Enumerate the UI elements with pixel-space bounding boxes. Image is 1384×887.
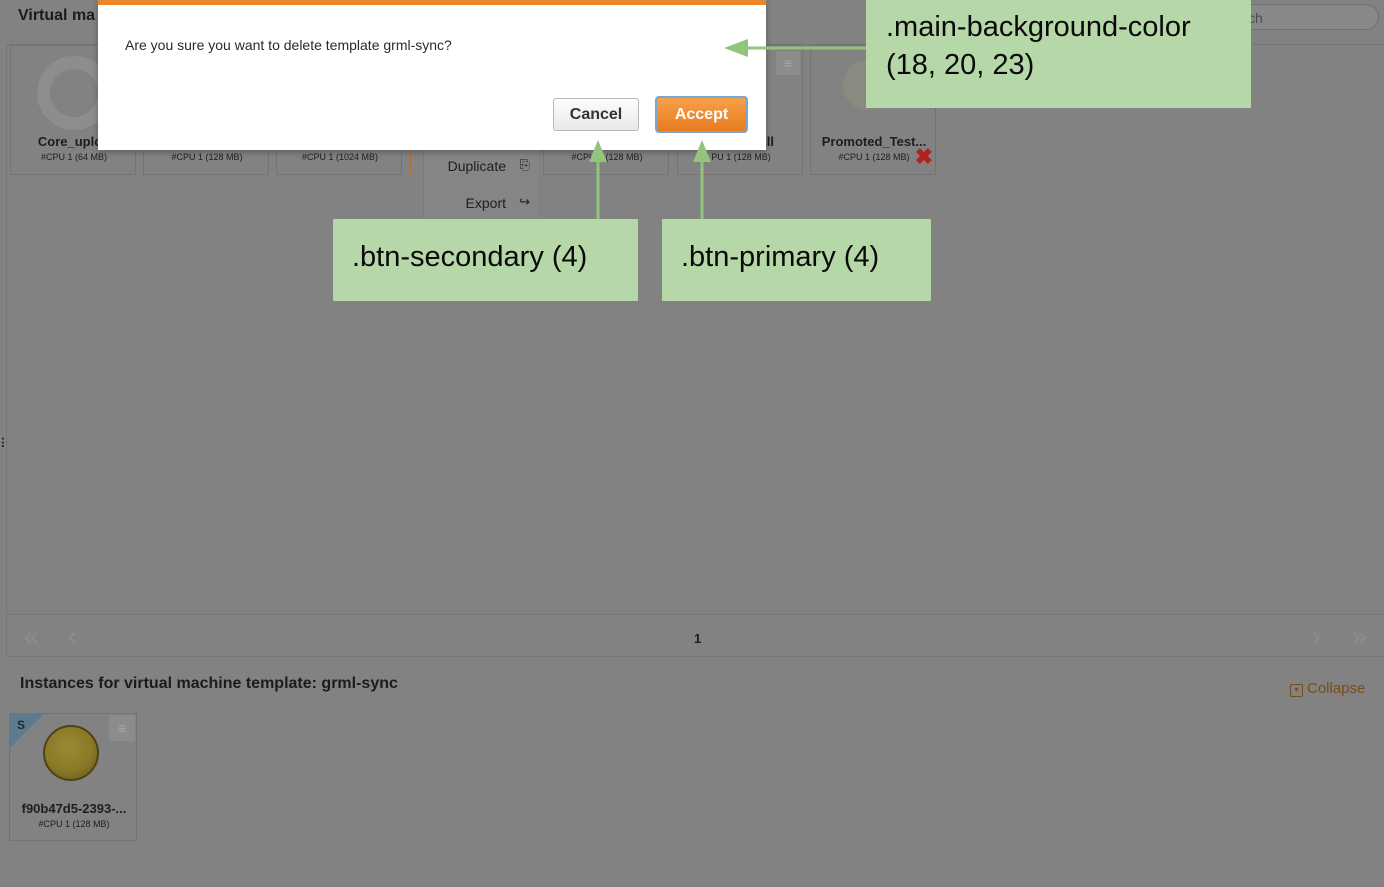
menu-item-export[interactable]: Export ↪ [424, 185, 538, 221]
selected-card-edge [410, 148, 424, 174]
confirm-dialog: Are you sure you want to delete template… [98, 0, 766, 150]
template-spec: PU 1 (128 MB) [711, 152, 771, 162]
collapse-button[interactable]: ▾ Collapse [1290, 680, 1365, 697]
menu-item-label: Duplicate [447, 158, 506, 174]
annotation-btn-secondary: .btn-secondary (4) [333, 219, 638, 301]
current-page[interactable]: 1 [694, 631, 701, 646]
export-icon: ↪ [519, 194, 530, 209]
page-title: Virtual ma [18, 7, 96, 24]
template-spec: #CPU 1 (1024 MB) [301, 152, 379, 162]
instance-spec: #CPU 1 (128 MB) [38, 819, 110, 829]
duplicate-icon: ⎘ [519, 157, 530, 172]
context-menu: Duplicate ⎘ Export ↪ [423, 148, 538, 222]
card-menu-icon[interactable]: ≡ [109, 715, 135, 741]
annotation-btn-primary: .btn-primary (4) [662, 219, 931, 301]
prev-page-icon[interactable]: ‹ [68, 623, 77, 649]
menu-item-duplicate[interactable]: Duplicate ⎘ [424, 148, 538, 184]
instance-card[interactable]: S ≡ f90b47d5-2393-... #CPU 1 (128 MB) [9, 713, 137, 841]
annotation-main-background: .main-background-color (18, 20, 23) [866, 0, 1251, 108]
next-page-icon[interactable]: › [1312, 623, 1321, 649]
divider [6, 656, 1384, 657]
instances-title: Instances for virtual machine template: … [20, 675, 398, 692]
card-menu-icon[interactable]: ≡ [776, 51, 800, 75]
status-badge: S [17, 718, 26, 732]
delete-icon[interactable]: ✖ [915, 146, 933, 168]
template-spec: #CPU 1 (64 MB) [40, 152, 108, 162]
divider [6, 614, 1384, 615]
status-corner [10, 714, 44, 748]
last-page-icon[interactable]: » [1352, 623, 1366, 649]
template-spec: #CPU 1 (128 MB) [171, 152, 243, 162]
template-spec: #CPU 1 (128 MB) [571, 152, 643, 162]
collapse-icon: ▾ [1290, 684, 1303, 697]
resize-handle-icon[interactable]: ⠇ [0, 436, 10, 452]
first-page-icon[interactable]: « [24, 623, 38, 649]
cancel-button[interactable]: Cancel [553, 98, 639, 131]
instance-icon [43, 725, 99, 781]
instance-name: f90b47d5-2393-... [21, 801, 127, 816]
menu-item-label: Export [465, 195, 506, 211]
accept-button[interactable]: Accept [655, 96, 748, 133]
dialog-message: Are you sure you want to delete template… [125, 37, 452, 53]
collapse-label: Collapse [1307, 680, 1366, 697]
